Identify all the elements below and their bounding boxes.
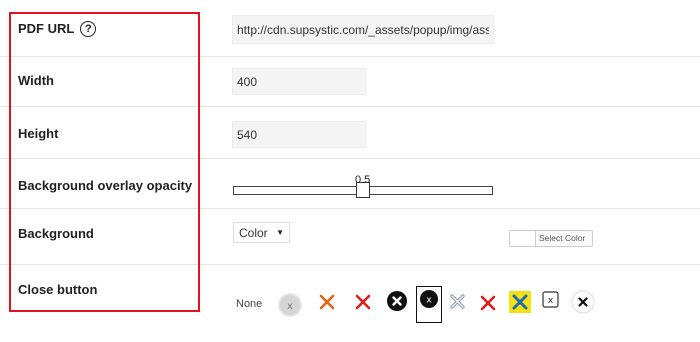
svg-text:x: x [426, 296, 432, 306]
opacity-slider-thumb[interactable] [356, 182, 370, 198]
svg-text:x: x [287, 301, 293, 312]
select-color-button[interactable]: Select Color [509, 230, 593, 247]
red-x-icon[interactable] [355, 294, 371, 310]
red-x-icon[interactable] [480, 295, 496, 311]
color-swatch [510, 231, 536, 246]
boxed-x-icon[interactable]: x [542, 291, 559, 308]
close-option-none[interactable]: None [236, 298, 262, 310]
black-circle-white-x-icon[interactable] [386, 290, 408, 312]
background-type-value: Color [239, 226, 268, 240]
grey-circle-x-icon[interactable]: x [276, 291, 304, 319]
width-input[interactable] [232, 68, 366, 95]
svg-text:x: x [548, 296, 554, 306]
light-blue-x-icon[interactable] [450, 294, 465, 309]
height-input[interactable] [232, 121, 366, 148]
orange-x-icon[interactable] [319, 294, 335, 310]
select-color-label: Select Color [539, 233, 586, 243]
highlight-box [9, 12, 200, 312]
yellow-square-blue-x-icon[interactable] [509, 291, 531, 313]
black-circle-x-selected-icon[interactable]: x [416, 286, 442, 323]
pdf-url-input[interactable] [232, 15, 494, 44]
background-type-select[interactable]: Color ▼ [233, 222, 290, 243]
white-circle-black-x-icon[interactable] [571, 290, 595, 314]
chevron-down-icon: ▼ [276, 228, 284, 237]
